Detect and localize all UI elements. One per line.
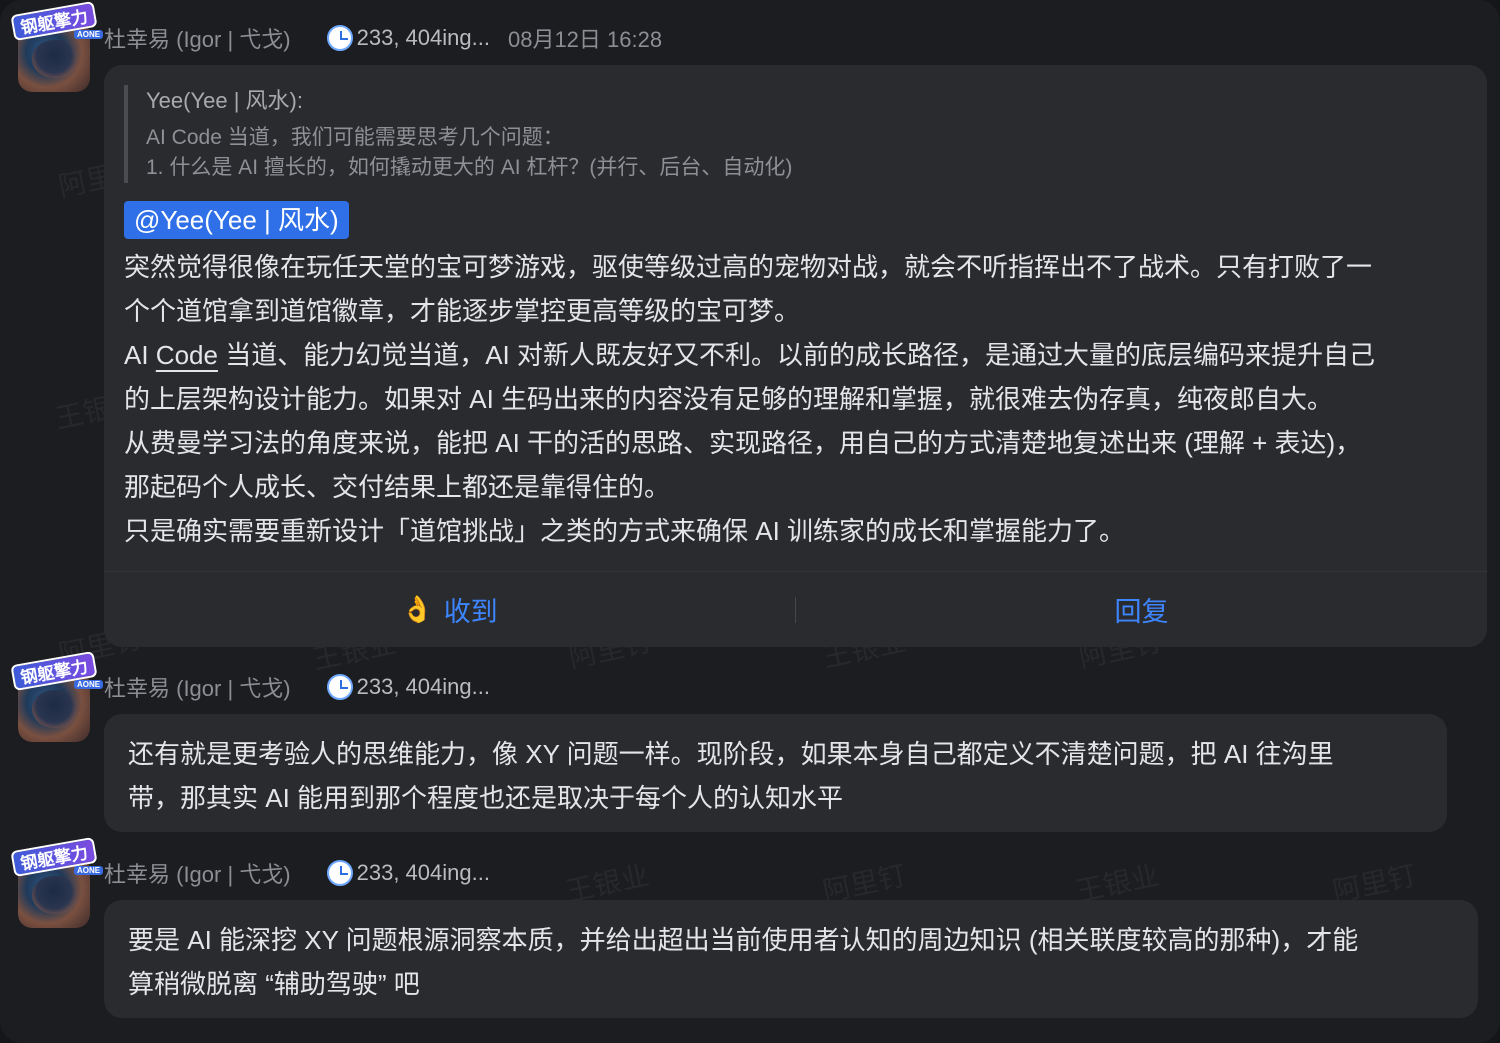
message-meta: 杜幸易 (Igor | 弋戈) 233, 404ing... 08月12日 16… bbox=[104, 23, 662, 53]
quoted-message[interactable]: Yee(Yee | 风水): AI Code 当道，我们可能需要思考几个问题： … bbox=[124, 85, 1454, 183]
chat-window: 阿里 王银 阿里钉 王银业 阿里钉 王银业 阿里钉 王银业 阿里钉 王银业 阿里… bbox=[0, 0, 1500, 1043]
text-prefix: AI bbox=[124, 340, 156, 370]
sender-status: 233, 404ing... bbox=[356, 860, 490, 885]
clock-icon bbox=[326, 674, 353, 700]
reply-label: 回复 bbox=[1114, 597, 1169, 627]
message-text: 突然觉得很像在玩任天堂的宝可梦游戏，驱使等级过高的宠物对战，就会不听指挥出不了战… bbox=[124, 245, 1474, 553]
message-bubble: Yee(Yee | 风水): AI Code 当道，我们可能需要思考几个问题： … bbox=[104, 65, 1487, 647]
text-rest: 当道、能力幻觉当道，AI 对新人既友好又不利。以前的成长路径，是通过大量的底层编… bbox=[225, 340, 1375, 370]
avatar-badge-sub: AONE bbox=[74, 680, 104, 689]
message-actions: 👌 收到 回复 bbox=[104, 571, 1487, 647]
sender-status: 233, 404ing... bbox=[356, 25, 490, 50]
message-time: 08月12日 16:28 bbox=[507, 27, 663, 52]
message-meta: 杜幸易 (Igor | 弋戈) 233, 404ing... bbox=[104, 672, 490, 702]
avatar[interactable]: 钢躯擎力 AONE bbox=[10, 650, 104, 742]
message-text: 要是 AI 能深挖 XY 问题根源洞察本质，并给出超出当前使用者认知的周边知识 … bbox=[128, 918, 1458, 1006]
ok-hand-icon: 👌 bbox=[401, 594, 434, 624]
avatar-badge-sub: AONE bbox=[74, 866, 104, 875]
ack-button[interactable]: 👌 收到 bbox=[104, 572, 795, 647]
clock-icon bbox=[326, 25, 353, 51]
text-line: 要是 AI 能深挖 XY 问题根源洞察本质，并给出超出当前使用者认知的周边知识 … bbox=[128, 925, 1359, 955]
text-line: 算稍微脱离 “辅助驾驶” 吧 bbox=[128, 969, 420, 999]
text-line: 那起码个人成长、交付结果上都还是靠得住的。 bbox=[124, 472, 671, 502]
sender-name[interactable]: 杜幸易 (Igor | 弋戈) bbox=[104, 22, 291, 54]
text-line: AI Code 当道、能力幻觉当道，AI 对新人既友好又不利。以前的成长路径，是… bbox=[124, 333, 1474, 377]
sender-name[interactable]: 杜幸易 (Igor | 弋戈) bbox=[104, 857, 291, 889]
text-line: 个个道馆拿到道馆徽章，才能逐步掌控更高等级的宝可梦。 bbox=[124, 296, 801, 326]
quote-line: AI Code 当道，我们可能需要思考几个问题： bbox=[146, 126, 564, 149]
sender-name[interactable]: 杜幸易 (Igor | 弋戈) bbox=[104, 671, 291, 703]
mention-tag[interactable]: @Yee(Yee | 风水) bbox=[124, 201, 349, 239]
message-bubble: 要是 AI 能深挖 XY 问题根源洞察本质，并给出超出当前使用者认知的周边知识 … bbox=[104, 900, 1478, 1018]
glossary-link[interactable]: Code bbox=[156, 340, 218, 370]
sender-status: 233, 404ing... bbox=[356, 674, 490, 699]
clock-icon bbox=[326, 860, 353, 886]
text-line: 突然觉得很像在玩任天堂的宝可梦游戏，驱使等级过高的宠物对战，就会不听指挥出不了战… bbox=[124, 252, 1373, 282]
text-line: 只是确实需要重新设计「道馆挑战」之类的方式来确保 AI 训练家的成长和掌握能力了… bbox=[124, 516, 1126, 546]
text-line: 还有就是更考验人的思维能力，像 XY 问题一样。现阶段，如果本身自己都定义不清楚… bbox=[128, 739, 1334, 769]
avatar-badge-sub: AONE bbox=[74, 30, 104, 39]
reply-button[interactable]: 回复 bbox=[796, 572, 1487, 647]
text-line: 从费曼学习法的角度来说，能把 AI 干的活的思路、实现路径，用自己的方式清楚地复… bbox=[124, 428, 1362, 458]
quote-line: 1. 什么是 AI 擅长的，如何撬动更大的 AI 杠杆？(并行、后台、自动化) bbox=[146, 156, 793, 179]
avatar[interactable]: 钢躯擎力 AONE bbox=[10, 836, 104, 928]
text-line: 带，那其实 AI 能用到那个程度也还是取决于每个人的认知水平 bbox=[128, 783, 844, 813]
message-meta: 杜幸易 (Igor | 弋戈) 233, 404ing... bbox=[104, 858, 490, 888]
message-bubble: 还有就是更考验人的思维能力，像 XY 问题一样。现阶段，如果本身自己都定义不清楚… bbox=[104, 714, 1447, 832]
ack-label: 收到 bbox=[443, 597, 498, 627]
avatar[interactable]: 钢躯擎力 AONE bbox=[10, 0, 104, 92]
quote-author: Yee(Yee | 风水): bbox=[146, 88, 303, 113]
message-text: 还有就是更考验人的思维能力，像 XY 问题一样。现阶段，如果本身自己都定义不清楚… bbox=[128, 732, 1458, 820]
text-line: 的上层架构设计能力。如果对 AI 生码出来的内容没有足够的理解和掌握，就很难去伪… bbox=[124, 384, 1334, 414]
